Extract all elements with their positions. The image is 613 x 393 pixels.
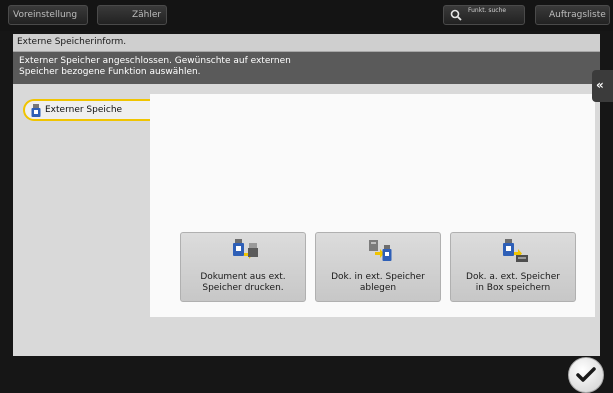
print-from-external-memory-label: Dokument aus ext. Speicher drucken. — [200, 272, 286, 293]
page-title: Externe Speicherinform. — [17, 37, 127, 47]
tab-label: Externer Speiche — [45, 105, 123, 115]
save-to-usb-icon — [369, 240, 392, 261]
top-bar: Voreinstellung Zähler Funkt. suche Auftr… — [0, 0, 613, 31]
function-search-label: Funkt. suche — [468, 7, 507, 14]
print-from-external-memory-button[interactable]: Dokument aus ext. Speicher drucken. — [180, 232, 306, 302]
double-chevron-left-icon: « — [596, 78, 604, 92]
back-button[interactable]: « — [592, 70, 613, 102]
counter-button[interactable]: Zähler — [97, 5, 167, 25]
print-from-usb-icon — [233, 239, 258, 259]
usb-memory-icon — [31, 104, 41, 117]
preset-button[interactable]: Voreinstellung — [8, 5, 88, 25]
message-bar: Externer Speicher angeschlossen. Gewünsc… — [13, 52, 600, 84]
instruction-message: Externer Speicher angeschlossen. Gewünsc… — [19, 56, 291, 77]
usb-to-box-icon — [503, 239, 528, 262]
save-to-external-memory-label: Dok. in ext. Speicher ablegen — [331, 272, 425, 293]
job-list-button[interactable]: Auftragsliste — [535, 5, 610, 25]
save-to-external-memory-button[interactable]: Dok. in ext. Speicher ablegen — [315, 232, 441, 302]
function-search-button[interactable]: Funkt. suche — [443, 5, 525, 25]
function-area: Dokument aus ext. Speicher drucken. Dok.… — [150, 94, 595, 317]
title-bar: Externe Speicherinform. — [13, 34, 600, 52]
checkmark-icon — [576, 367, 596, 382]
save-external-to-box-label: Dok. a. ext. Speicher in Box speichern — [466, 272, 560, 293]
tab-external-memory[interactable]: Externer Speiche — [23, 99, 163, 121]
ok-button[interactable] — [568, 357, 604, 393]
external-memory-panel: Externe Speicherinform. Externer Speiche… — [13, 34, 600, 356]
save-external-to-box-button[interactable]: Dok. a. ext. Speicher in Box speichern — [450, 232, 576, 302]
search-icon — [450, 9, 462, 21]
